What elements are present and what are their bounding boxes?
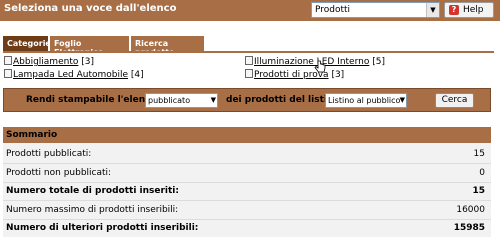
summary-value: 15985	[453, 223, 485, 233]
help-icon: ?	[449, 5, 459, 15]
category-item[interactable]: Lampada Led Automobile [4]	[4, 69, 144, 80]
category-count: [3]	[331, 70, 345, 80]
hand-cursor-icon	[314, 60, 326, 73]
summary-row: Numero massimo di prodotti inseribili: 1…	[3, 201, 491, 220]
top-bar: Seleziona una voce dall'elenco Prodotti …	[0, 0, 500, 21]
summary-row: Prodotti non pubblicati: 0	[3, 164, 491, 183]
summary-value: 0	[479, 168, 485, 178]
chevron-down-icon: ▼	[210, 96, 216, 104]
status-select-value: pubblicato	[148, 96, 191, 105]
summary-row: Prodotti pubblicati: 15	[3, 145, 491, 164]
category-count: [3]	[81, 57, 94, 67]
tab-ricerca-prodotto[interactable]: Ricerca prodotto	[131, 36, 204, 57]
product-type-value: Prodotti	[315, 5, 351, 15]
summary-label: Prodotti pubblicati:	[6, 149, 92, 159]
category-item[interactable]: Abbigliamento [3]	[4, 56, 94, 67]
listino-select-value: Listino al pubblico	[328, 96, 401, 105]
category-count: [4]	[130, 70, 144, 80]
category-count: [5]	[372, 57, 385, 67]
summary-table: Sommario Prodotti pubblicati: 15 Prodott…	[3, 127, 491, 237]
summary-row: Numero totale di prodotti inseriti: 15	[3, 182, 491, 201]
summary-row: Numero di ulteriori prodotti inseribili:…	[3, 219, 491, 238]
summary-label: Numero massimo di prodotti inseribili:	[6, 205, 179, 215]
product-type-select[interactable]: Prodotti ▼	[311, 2, 440, 18]
tab-foglio-elettronico[interactable]: Foglio Elettronico	[50, 36, 129, 57]
tab-categorie[interactable]: Categorie	[3, 36, 51, 52]
summary-value: 16000	[456, 205, 485, 215]
listino-label: dei prodotti del listino	[226, 95, 340, 105]
search-button[interactable]: Cerca	[435, 93, 474, 108]
help-button[interactable]: ? Help	[444, 2, 494, 18]
help-label: Help	[463, 5, 484, 15]
summary-label: Numero di ulteriori prodotti inseribili:	[6, 223, 199, 233]
category-item[interactable]: Prodotti di prova [3]	[245, 69, 344, 80]
summary-label: Prodotti non pubblicati:	[6, 168, 112, 178]
chevron-down-icon: ▼	[426, 3, 439, 17]
document-icon	[245, 56, 253, 65]
tab-divider	[3, 51, 494, 53]
summary-header: Sommario	[3, 127, 491, 143]
summary-title: Sommario	[6, 130, 58, 140]
document-icon	[245, 69, 253, 78]
print-list-label: Rendi stampabile l'elenco	[26, 95, 157, 105]
listino-select[interactable]: Listino al pubblico ▼	[325, 93, 407, 108]
category-link[interactable]: Lampada Led Automobile	[13, 70, 128, 80]
category-link[interactable]: Abbigliamento	[13, 57, 78, 67]
document-icon	[4, 69, 12, 78]
category-link[interactable]: Illuminazione LED Interno	[254, 57, 369, 67]
summary-value: 15	[473, 149, 485, 159]
summary-label: Numero totale di prodotti inseriti:	[6, 186, 179, 196]
page-title: Seleziona una voce dall'elenco	[4, 3, 177, 14]
chevron-down-icon: ▼	[399, 96, 405, 104]
document-icon	[4, 56, 12, 65]
print-list-bar: Rendi stampabile l'elenco pubblicato ▼ d…	[3, 88, 491, 112]
status-select[interactable]: pubblicato ▼	[145, 93, 218, 108]
summary-value: 15	[472, 186, 485, 196]
